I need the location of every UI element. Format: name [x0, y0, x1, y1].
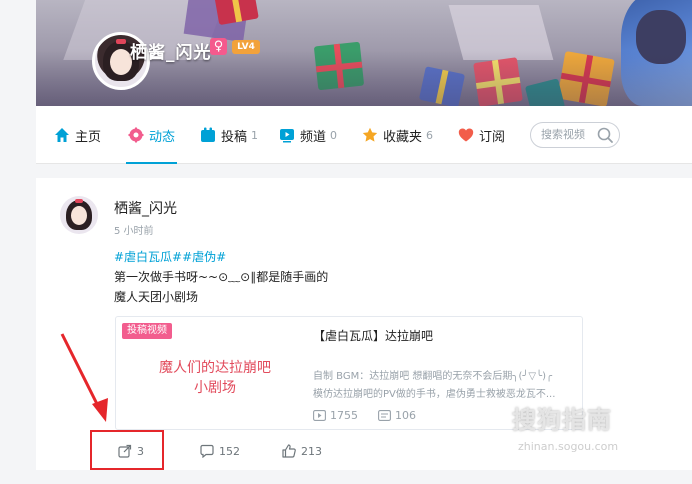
- gender-female-icon: ♀: [210, 38, 227, 55]
- tab-home[interactable]: 主页: [54, 106, 101, 164]
- profile-username: 栖酱_闪光: [130, 43, 212, 63]
- tab-channels[interactable]: 频道 0: [279, 106, 337, 164]
- post-author-name[interactable]: 栖酱_闪光: [114, 198, 177, 218]
- comment-icon: [200, 444, 214, 458]
- tab-label: 频道: [300, 129, 327, 145]
- thumbs-up-icon: [282, 444, 296, 458]
- video-description: 模仿达拉崩吧的PV做的手书，虐伪勇士救被恶龙瓦不...: [313, 389, 556, 400]
- tab-label: 主页: [75, 129, 102, 145]
- like-count: 213: [301, 444, 322, 458]
- video-description: 自制 BGM：达拉崩吧 想翻唱的无奈不会后期╮(╯▽╰)╭: [313, 371, 552, 382]
- tab-label: 投稿: [221, 129, 248, 145]
- annotation-arrow: [60, 333, 108, 422]
- level-badge: LV4: [232, 40, 260, 54]
- tab-subscriptions[interactable]: 订阅: [458, 106, 505, 164]
- tab-uploads[interactable]: 投稿 1: [200, 106, 258, 164]
- comment-count: 152: [219, 444, 240, 458]
- watermark-url: zhinan.sogou.com: [518, 440, 619, 453]
- gift-box-decoration: [213, 0, 259, 26]
- danmaku-count: 106: [378, 409, 416, 422]
- watermark-logo-text: 搜狗指南: [512, 406, 612, 434]
- annotation-highlight-box: [90, 430, 164, 470]
- like-button[interactable]: 213: [282, 444, 322, 458]
- tab-count: 0: [330, 128, 338, 142]
- home-icon: [54, 127, 70, 143]
- upload-icon: [200, 127, 216, 143]
- tab-label: 订阅: [479, 129, 506, 145]
- tab-favorites[interactable]: 收藏夹 6: [362, 106, 433, 164]
- heart-icon: [458, 127, 474, 143]
- site-watermark: 搜狗指南 zhinan.sogou.com: [512, 400, 682, 460]
- dynamic-icon: [128, 127, 144, 143]
- search-icon[interactable]: [596, 126, 614, 144]
- video-cover-text: 魔人们的达拉崩吧: [159, 360, 271, 376]
- play-count-value: 1755: [330, 409, 358, 422]
- play-icon: [313, 410, 326, 421]
- tab-count: 1: [251, 128, 259, 142]
- profile-nav-bar: 主页 动态 投稿 1 频道 0 收藏夹 6 订阅 搜索视频: [36, 106, 692, 164]
- video-type-badge: 投稿视频: [122, 323, 172, 339]
- post-topic-tags[interactable]: #虐白瓦瓜##虐伪#: [114, 248, 226, 265]
- tab-label: 收藏夹: [383, 129, 423, 145]
- danmaku-icon: [378, 410, 391, 421]
- post-timestamp: 5 小时前: [114, 226, 154, 237]
- star-icon: [362, 127, 378, 143]
- video-cover-text: 小剧场: [194, 380, 236, 396]
- tab-label: 动态: [149, 129, 176, 145]
- post-text: 第一次做手书呀~~⊙﹏⊙∥都是随手画的: [114, 270, 329, 284]
- channel-icon: [279, 127, 295, 143]
- post-author-avatar[interactable]: [60, 196, 98, 234]
- tab-dynamic[interactable]: 动态: [125, 106, 178, 164]
- play-count: 1755: [313, 409, 358, 422]
- post-text: 魔人天团小剧场: [114, 290, 199, 304]
- video-title[interactable]: 【虐白瓦瓜】达拉崩吧: [313, 327, 433, 344]
- comment-button[interactable]: 152: [200, 444, 240, 458]
- danmaku-count-value: 106: [395, 409, 416, 422]
- tab-count: 6: [426, 128, 434, 142]
